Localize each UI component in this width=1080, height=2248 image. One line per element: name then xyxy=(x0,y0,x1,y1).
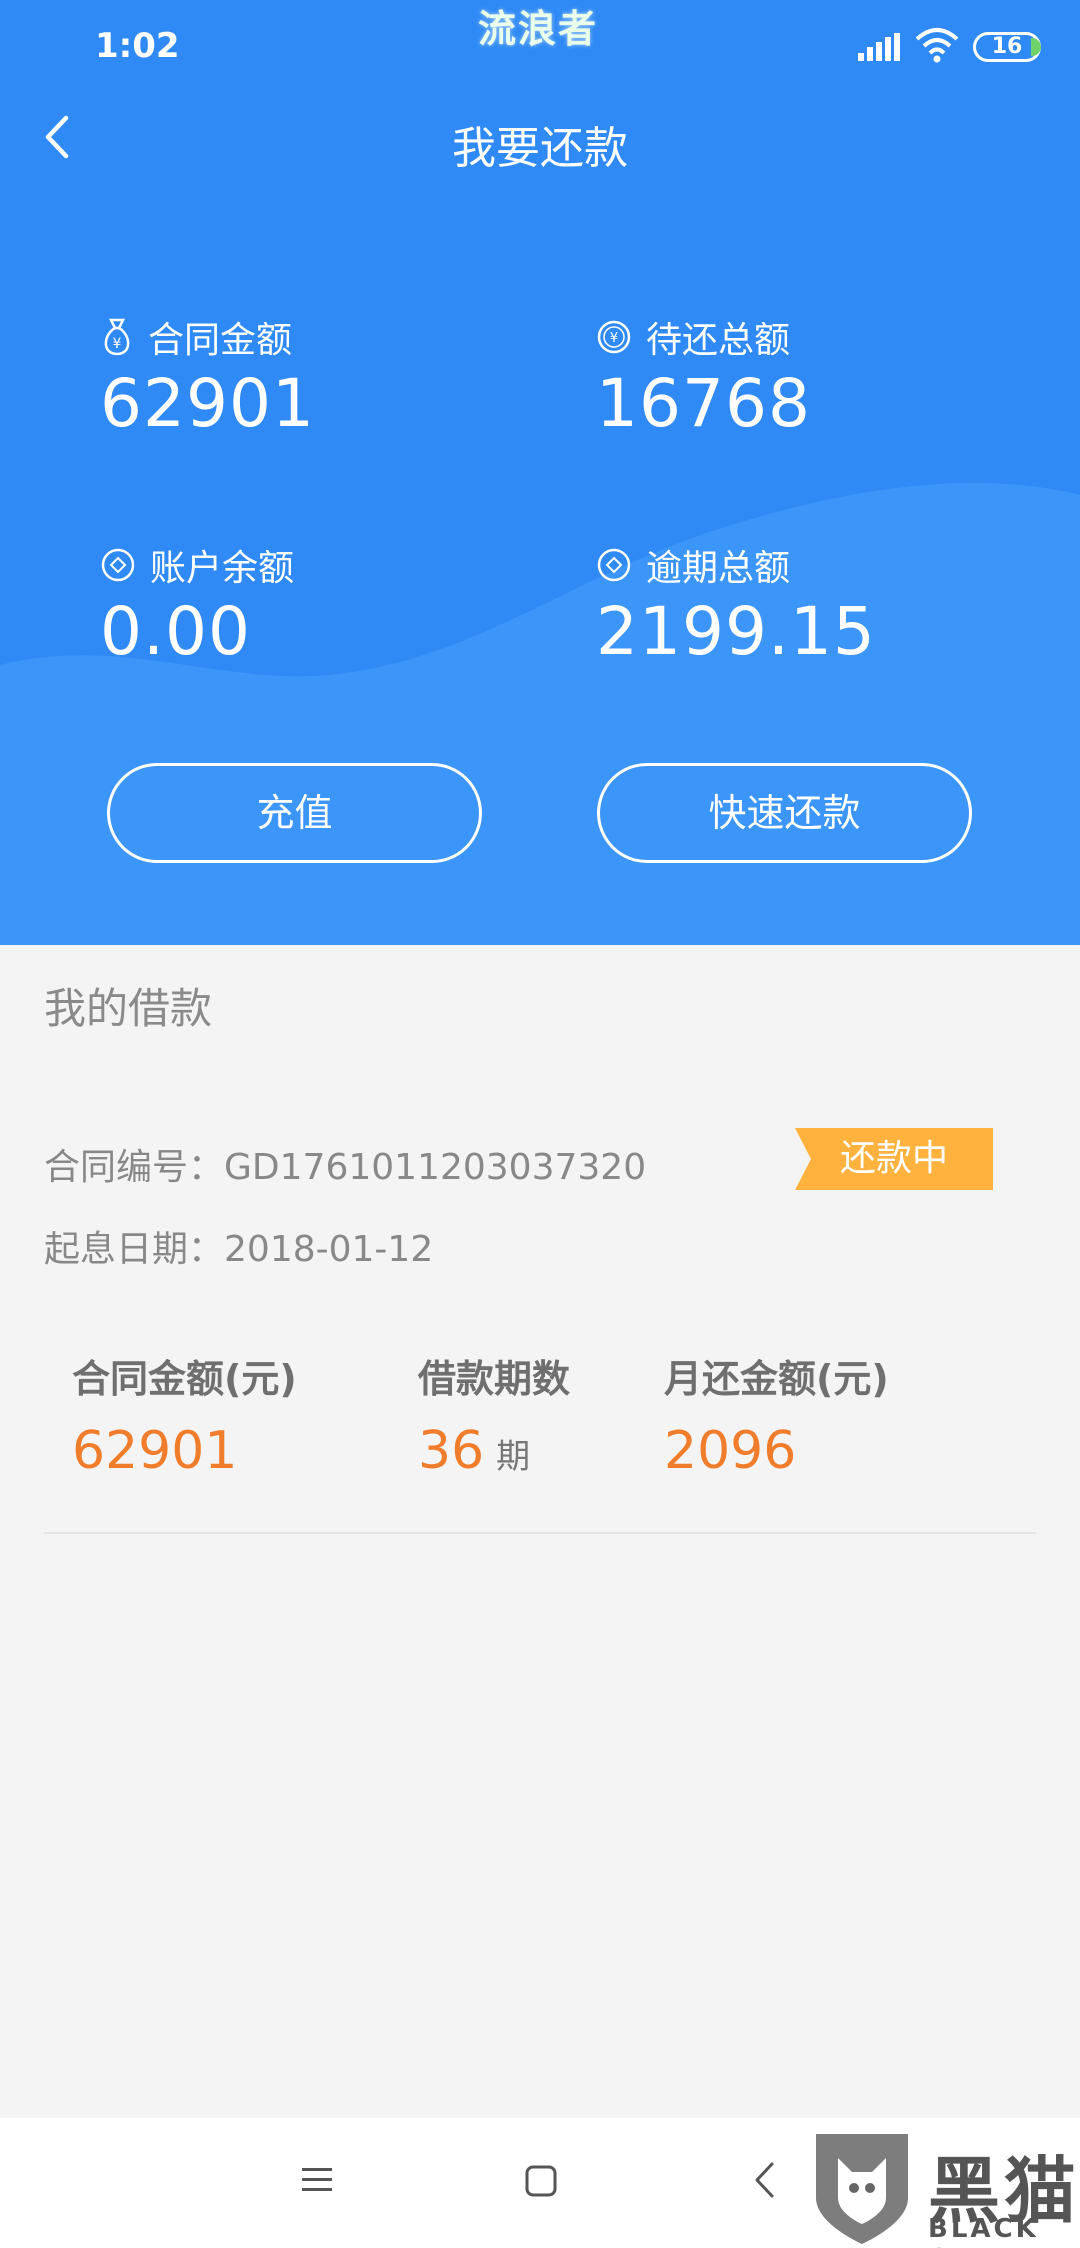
signal-icon xyxy=(858,33,900,61)
money-bag-icon: ¥ xyxy=(104,318,130,356)
pending-total-value: 16768 xyxy=(596,365,811,442)
stat-overdue-total: 逾期总额 2199.15 xyxy=(596,543,876,670)
top-bar: 1:02 流浪者 16 我要还款 xyxy=(0,0,1080,205)
loan-terms-value-row: 36 期 xyxy=(418,1421,570,1481)
loan-terms-unit: 期 xyxy=(496,1437,531,1477)
contract-number-label: 合同编号： xyxy=(44,1147,225,1188)
overdue-total-label: 逾期总额 xyxy=(646,548,791,589)
contract-number-value: GD1761011203037320 xyxy=(224,1147,647,1188)
loan-amount-value: 62901 xyxy=(72,1421,238,1481)
battery-indicator: 16 xyxy=(973,32,1041,62)
page-title: 我要还款 xyxy=(452,123,628,174)
svg-text:¥: ¥ xyxy=(113,336,122,352)
account-balance-value: 0.00 xyxy=(100,593,251,670)
nav-bar: 我要还款 xyxy=(0,90,1080,205)
start-date-row: 起息日期：2018-01-12 xyxy=(44,1220,433,1272)
system-back-icon[interactable] xyxy=(752,2160,778,2200)
start-date-value: 2018-01-12 xyxy=(224,1229,434,1270)
start-date-label: 起息日期： xyxy=(44,1229,225,1270)
account-summary: ¥ 合同金额 62901 ¥ 待还总额 16768 账户余额 0.00 逾期总额… xyxy=(0,205,1080,945)
loan-amount-label: 合同金额(元) xyxy=(72,1357,297,1401)
loan-column-amount: 合同金额(元) 62901 xyxy=(72,1348,297,1481)
quick-repay-button[interactable]: 快速还款 xyxy=(597,763,972,863)
stat-pending-total: ¥ 待还总额 16768 xyxy=(596,315,811,442)
contract-amount-label: 合同金额 xyxy=(148,320,293,361)
divider xyxy=(44,1532,1036,1534)
battery-level: 16 xyxy=(991,34,1023,59)
menu-icon[interactable] xyxy=(300,2163,334,2197)
home-square-icon[interactable] xyxy=(524,2164,558,2198)
repayment-screen: 1:02 流浪者 16 我要还款 ¥ 合同金额 62901 ¥ 待还总额 167… xyxy=(0,0,1080,2248)
contract-amount-value: 62901 xyxy=(100,365,315,442)
cat-shield-icon xyxy=(816,2134,908,2244)
stat-account-balance: 账户余额 0.00 xyxy=(100,543,294,670)
status-time: 1:02 xyxy=(95,26,180,66)
pending-total-label: 待还总额 xyxy=(646,320,791,361)
monthly-payment-label: 月还金额(元) xyxy=(664,1357,889,1401)
loan-terms-label: 借款期数 xyxy=(418,1357,571,1401)
section-title-my-loans: 我的借款 xyxy=(44,984,213,1033)
svg-text:¥: ¥ xyxy=(610,331,618,346)
loan-column-terms: 借款期数 36 期 xyxy=(418,1348,570,1481)
loan-column-monthly: 月还金额(元) 2096 xyxy=(664,1348,889,1481)
stat-contract-amount: ¥ 合同金额 62901 xyxy=(100,315,315,442)
brand-name-en: BLACK CAT xyxy=(928,2214,1039,2248)
monthly-payment-value: 2096 xyxy=(664,1421,797,1481)
loan-terms-value: 36 xyxy=(418,1421,485,1481)
coin-icon xyxy=(597,548,631,582)
watermark-text: 流浪者 xyxy=(478,7,599,51)
contract-number-row: 合同编号：GD1761011203037320 xyxy=(44,1138,646,1190)
black-cat-logo: 黑猫 BLACK CAT xyxy=(808,2128,1080,2248)
yen-coin-icon: ¥ xyxy=(597,320,631,354)
overdue-total-value: 2199.15 xyxy=(596,593,876,670)
coin-icon xyxy=(101,548,135,582)
wifi-icon xyxy=(915,28,959,63)
status-bar: 1:02 流浪者 16 xyxy=(0,0,1080,90)
recharge-button[interactable]: 充值 xyxy=(107,763,482,863)
account-balance-label: 账户余额 xyxy=(150,548,295,589)
battery-charge-icon xyxy=(1031,38,1041,56)
status-badge: 还款中 xyxy=(795,1128,993,1190)
